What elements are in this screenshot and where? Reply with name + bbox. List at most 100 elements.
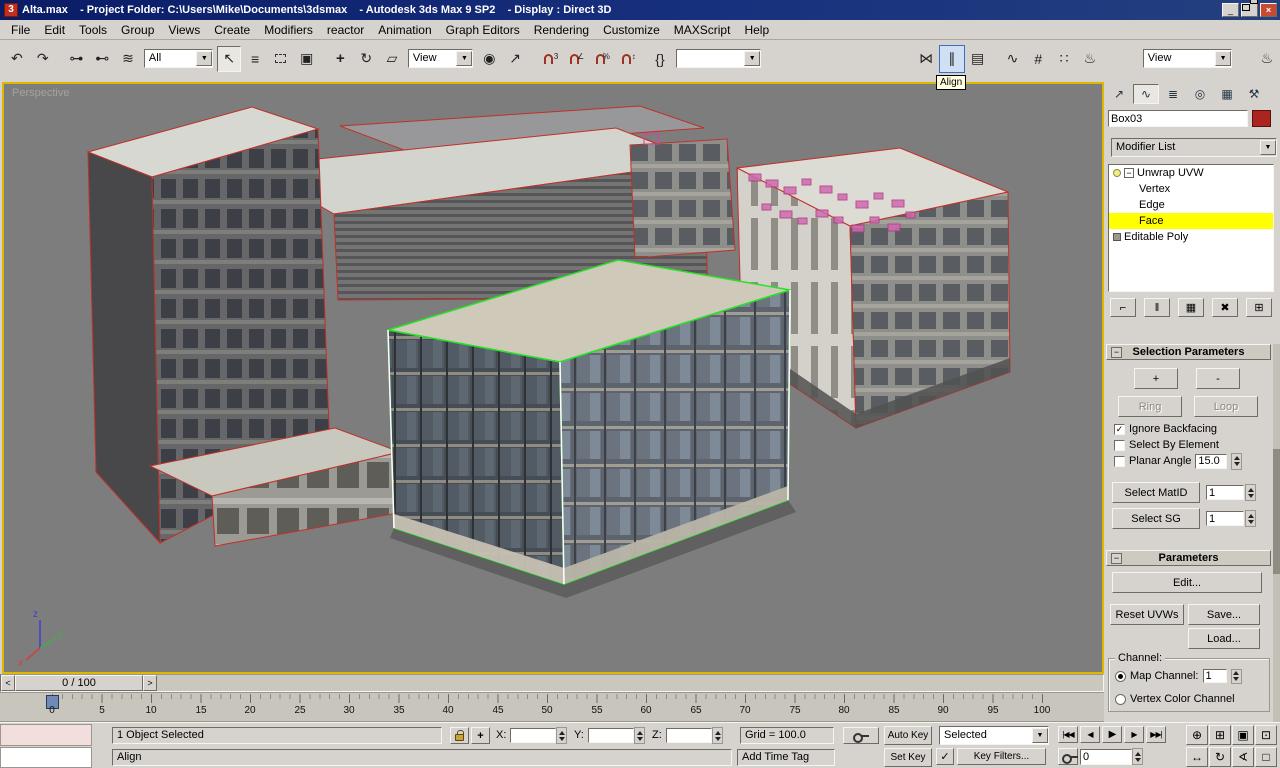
configure-modifier-sets-button[interactable]: ⊞	[1246, 298, 1272, 317]
previous-frame-arrow[interactable]: <	[1, 675, 15, 691]
select-by-element-checkbox[interactable]	[1114, 440, 1125, 451]
chevron-down-icon[interactable]: ▼	[196, 51, 212, 66]
ring-button[interactable]: Ring	[1118, 396, 1182, 417]
schematic-view-button[interactable]: #	[1026, 46, 1050, 72]
x-spinner[interactable]	[556, 727, 567, 744]
load-button[interactable]: Load...	[1188, 628, 1260, 649]
spinner-snap-toggle[interactable]: ↕	[614, 46, 638, 72]
panel-scrollbar[interactable]	[1273, 344, 1280, 722]
menu-create[interactable]: Create	[207, 21, 257, 39]
selection-parameters-rollout-header[interactable]: − Selection Parameters	[1106, 344, 1271, 360]
quick-render-button[interactable]: ♨	[1255, 46, 1279, 72]
tab-create[interactable]: ↗	[1106, 84, 1132, 104]
select-matid-button[interactable]: Select MatID	[1112, 482, 1200, 503]
time-slider-handle[interactable]: 0 / 100	[15, 675, 143, 691]
sg-spinner[interactable]	[1245, 510, 1256, 527]
zoom-extents-button[interactable]: ▣	[1232, 725, 1254, 745]
set-key-button[interactable]: Set Key	[884, 748, 932, 767]
shrink-selection-button[interactable]: -	[1196, 368, 1240, 389]
tab-modify[interactable]: ∿	[1133, 84, 1159, 104]
make-unique-button[interactable]: ▦	[1178, 298, 1204, 317]
close-button[interactable]: ×	[1260, 3, 1277, 17]
maxscript-macro-recorder[interactable]	[0, 724, 92, 746]
chevron-down-icon[interactable]: ▼	[1215, 51, 1231, 66]
chevron-down-icon[interactable]: ▼	[744, 51, 760, 66]
current-frame-field[interactable]	[1080, 749, 1132, 765]
collapse-icon[interactable]: −	[1111, 347, 1122, 358]
grow-selection-button[interactable]: +	[1134, 368, 1178, 389]
matid-spinner[interactable]	[1245, 484, 1256, 501]
undo-button[interactable]: ↶	[5, 46, 29, 72]
play-animation-button[interactable]: ▶	[1102, 726, 1122, 743]
tab-motion[interactable]: ◎	[1187, 84, 1213, 104]
key-mode-toggle[interactable]	[1058, 748, 1078, 765]
menu-maxscript[interactable]: MAXScript	[667, 21, 738, 39]
collapse-icon[interactable]: −	[1111, 553, 1122, 564]
named-selection-sets-dropdown[interactable]: ▼	[676, 49, 761, 68]
remove-modifier-button[interactable]: ✖	[1212, 298, 1238, 317]
keyboard-override-toggle[interactable]	[843, 727, 879, 744]
angle-snap-toggle[interactable]: ∠	[563, 46, 587, 72]
zoom-all-button[interactable]: ⊞	[1209, 725, 1231, 745]
align-button[interactable]: ∥ Align	[940, 46, 964, 72]
z-spinner[interactable]	[712, 727, 723, 744]
menu-views[interactable]: Views	[161, 21, 207, 39]
planar-angle-spinner[interactable]	[1231, 453, 1242, 470]
y-spinner[interactable]	[634, 727, 645, 744]
tab-display[interactable]: ▦	[1214, 84, 1240, 104]
chevron-down-icon[interactable]: ▼	[1260, 140, 1276, 155]
object-name-field[interactable]	[1108, 110, 1248, 127]
zoom-button[interactable]: ⊕	[1186, 725, 1208, 745]
modifier-list-dropdown[interactable]: Modifier List ▼	[1111, 138, 1277, 157]
stack-item-unwrap-uvw[interactable]: − Unwrap UVW	[1109, 165, 1273, 181]
parameters-rollout-header[interactable]: − Parameters	[1106, 550, 1271, 566]
menu-edit[interactable]: Edit	[37, 21, 72, 39]
map-channel-field[interactable]	[1203, 669, 1227, 683]
layer-manager-button[interactable]: ▤	[966, 46, 990, 72]
menu-animation[interactable]: Animation	[371, 21, 438, 39]
y-coordinate-field[interactable]	[588, 728, 634, 743]
add-time-tag-field[interactable]: Add Time Tag	[737, 749, 835, 766]
select-sg-button[interactable]: Select SG	[1112, 508, 1200, 529]
planar-angle-checkbox[interactable]	[1114, 456, 1125, 467]
menu-modifiers[interactable]: Modifiers	[257, 21, 320, 39]
stack-subitem-edge[interactable]: Edge	[1109, 197, 1273, 213]
bind-to-spacewarp-button[interactable]: ≋	[116, 46, 140, 72]
percent-snap-toggle[interactable]: %	[589, 46, 613, 72]
curve-editor-button[interactable]: ∿	[1001, 46, 1025, 72]
show-end-result-button[interactable]: ‖	[1144, 298, 1170, 317]
menu-file[interactable]: File	[4, 21, 37, 39]
select-and-scale-button[interactable]: ▱	[380, 46, 404, 72]
minimize-button[interactable]: _	[1222, 3, 1239, 17]
render-type-dropdown[interactable]: View ▼	[1143, 49, 1232, 68]
z-coordinate-field[interactable]	[666, 728, 712, 743]
menu-tools[interactable]: Tools	[72, 21, 114, 39]
rectangular-selection-region-button[interactable]	[269, 46, 293, 72]
window-crossing-toggle[interactable]: ▣	[295, 46, 319, 72]
absolute-mode-toggle[interactable]: +	[471, 727, 490, 744]
select-and-rotate-button[interactable]: ↻	[354, 46, 378, 72]
maximize-viewport-toggle[interactable]: □	[1255, 747, 1277, 767]
time-slider[interactable]: < 0 / 100 >	[0, 674, 1104, 692]
reset-uvws-button[interactable]: Reset UVWs	[1110, 604, 1184, 625]
stack-item-editable-poly[interactable]: Editable Poly	[1109, 229, 1273, 245]
back-complex-right-block[interactable]	[630, 139, 735, 258]
viewport-canvas[interactable]: z y x	[4, 84, 1102, 672]
object-color-swatch[interactable]	[1252, 110, 1271, 127]
building-selected-box03[interactable]	[388, 260, 796, 598]
x-coordinate-field[interactable]	[510, 728, 556, 743]
tab-hierarchy[interactable]: ≣	[1160, 84, 1186, 104]
material-editor-button[interactable]: ∷	[1052, 46, 1076, 72]
planar-angle-field[interactable]	[1195, 454, 1227, 469]
sg-field[interactable]	[1206, 511, 1244, 526]
next-frame-arrow[interactable]: >	[143, 675, 157, 691]
stack-subitem-vertex[interactable]: Vertex	[1109, 181, 1273, 197]
menu-group[interactable]: Group	[114, 21, 161, 39]
set-key-filters-toggle[interactable]: ✓	[936, 748, 954, 765]
app-icon[interactable]: 3	[4, 3, 18, 17]
frame-spinner[interactable]	[1132, 748, 1143, 765]
menu-graph-editors[interactable]: Graph Editors	[439, 21, 527, 39]
maxscript-mini-listener[interactable]	[0, 747, 92, 768]
pan-button[interactable]: ↔	[1186, 747, 1208, 767]
pin-stack-button[interactable]: ⌐	[1110, 298, 1136, 317]
